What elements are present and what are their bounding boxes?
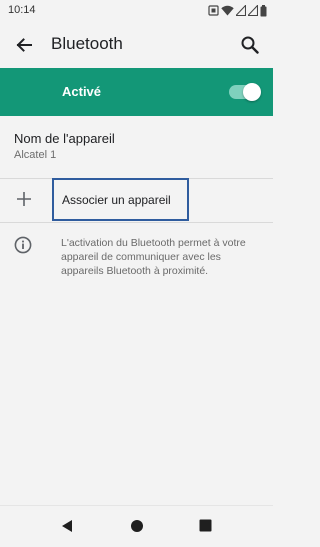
info-text: L'activation du Bluetooth permet à votre… — [61, 237, 246, 277]
signal-icon — [248, 5, 258, 16]
bluetooth-switch[interactable] — [229, 83, 261, 101]
screenshot-icon — [208, 5, 219, 16]
wifi-icon — [221, 5, 234, 16]
switch-thumb — [243, 83, 261, 101]
recents-square-icon[interactable] — [199, 519, 212, 532]
bluetooth-toggle-bar[interactable]: Activé — [0, 68, 273, 116]
page-title: Bluetooth — [51, 34, 123, 53]
device-name-setting[interactable]: Nom de l'appareil Alcatel 1 — [0, 116, 273, 178]
navigation-bar — [0, 505, 273, 547]
status-bar: 10:14 — [0, 0, 273, 22]
back-triangle-icon[interactable] — [60, 519, 74, 533]
info-footer: L'activation du Bluetooth permet à votre… — [0, 228, 273, 288]
app-bar: Bluetooth — [0, 22, 273, 68]
device-name-title: Nom de l'appareil — [14, 131, 115, 146]
signal-icon — [236, 5, 246, 16]
pair-device-label: Associer un appareil — [62, 193, 171, 207]
device-name-value: Alcatel 1 — [14, 149, 57, 161]
divider — [0, 222, 273, 223]
home-circle-icon[interactable] — [130, 519, 144, 533]
status-time: 10:14 — [8, 4, 36, 16]
bluetooth-toggle-label: Activé — [62, 84, 102, 99]
plus-icon — [17, 192, 31, 206]
search-icon[interactable] — [240, 35, 260, 55]
info-icon — [14, 236, 32, 254]
pair-device-row[interactable]: Associer un appareil — [0, 178, 273, 222]
arrow-back-icon[interactable] — [14, 35, 34, 55]
battery-icon — [260, 4, 267, 16]
status-icons — [208, 4, 267, 17]
